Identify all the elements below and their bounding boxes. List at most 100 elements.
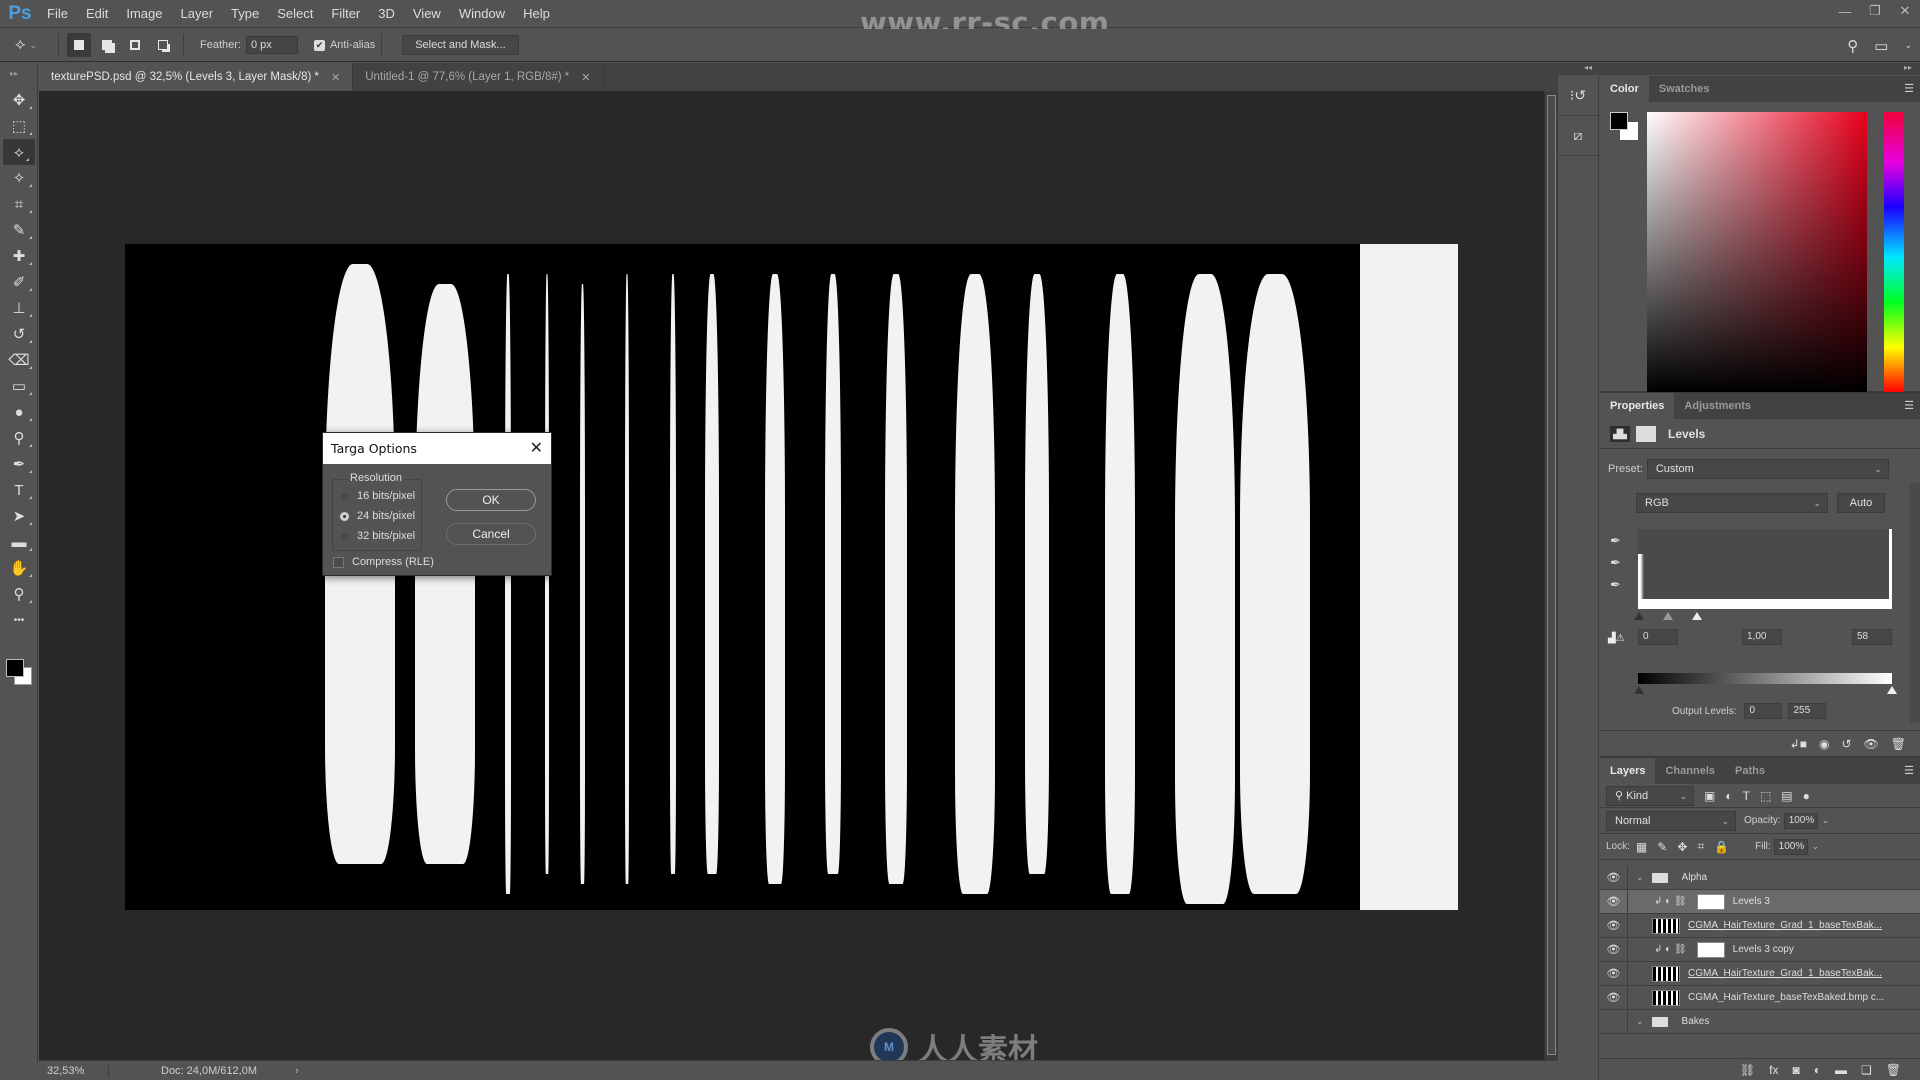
lock-position-icon[interactable]: ✥ [1677,840,1687,854]
close-icon[interactable]: ✕ [530,438,543,458]
radio-32-bits[interactable]: 32 bits/pixel [339,530,415,542]
new-group-icon[interactable]: ▬ [1835,1063,1847,1077]
black-point-eyedropper-icon[interactable]: ✒ [1610,533,1621,549]
chevron-down-icon[interactable]: ⌄ [1904,40,1912,51]
feather-input[interactable]: 0 px [245,36,298,54]
compress-rle-checkbox[interactable]: Compress (RLE) [333,556,434,568]
vertical-scrollbar[interactable] [1544,91,1558,1060]
filter-kind-dropdown[interactable]: ⚲ Kind ⌄ [1606,785,1694,806]
lock-artboard-icon[interactable]: ⌗ [1697,839,1704,854]
mask-thumbnail[interactable] [1696,941,1725,958]
gradient-tool[interactable]: ▭ [0,373,38,399]
visibility-eye-icon[interactable]: 👁 [1600,985,1628,1010]
output-white-field[interactable]: 255 [1788,703,1827,719]
brush-tool[interactable]: ✐ [0,269,38,295]
visibility-eye-icon[interactable]: 👁 [1600,865,1628,890]
healing-brush-tool[interactable]: ✚ [0,243,38,269]
fill-chevron-icon[interactable]: ⌄ [1812,841,1820,852]
add-to-selection-button[interactable] [95,33,119,57]
filter-adjustment-icon[interactable]: ◐ [1725,789,1732,803]
blend-mode-dropdown[interactable]: Normal ⌄ [1606,810,1736,831]
menu-window[interactable]: Window [450,0,514,28]
collapse-dock-icon[interactable]: ◂◂ [1584,63,1592,72]
clip-to-layer-icon[interactable]: ↲■ [1790,737,1807,751]
tab-untitled-1[interactable]: Untitled-1 @ 77,6% (Layer 1, RGB/8#) * ✕ [353,63,604,91]
menu-help[interactable]: Help [514,0,559,28]
tool-preset-picker[interactable]: ⟡ ⌄ [0,29,52,62]
path-selection-tool[interactable]: ➤ [0,503,38,529]
tab-swatches[interactable]: Swatches [1649,76,1720,102]
toggle-visibility-icon[interactable]: 👁 [1864,737,1879,751]
menu-3d[interactable]: 3D [369,0,404,28]
visibility-eye-icon[interactable]: 👁 [1600,961,1628,986]
marquee-tool[interactable]: ⬚ [0,113,38,139]
tab-color[interactable]: Color [1600,76,1649,102]
menu-layer[interactable]: Layer [172,0,223,28]
menu-type[interactable]: Type [222,0,268,28]
link-layers-icon[interactable]: ⛓ [1740,1063,1755,1077]
document-canvas[interactable] [125,244,1458,910]
gray-point-eyedropper-icon[interactable]: ✒ [1610,555,1621,571]
lock-image-icon[interactable]: ✎ [1657,840,1667,854]
menu-select[interactable]: Select [268,0,322,28]
layer-thumbnail[interactable] [1652,965,1680,982]
dodge-tool[interactable]: ⚲ [0,425,38,451]
lock-transparent-icon[interactable]: ▦ [1636,840,1647,854]
white-point-eyedropper-icon[interactable]: ✒ [1610,577,1621,593]
layer-row[interactable]: 👁 ↲ ◐ ⛓ Levels 3 [1600,889,1920,914]
menu-image[interactable]: Image [117,0,171,28]
antialias-checkbox[interactable]: ✔ [313,39,325,51]
history-panel-icon[interactable]: ⁝↺ [1558,76,1598,116]
output-white-slider[interactable] [1887,686,1897,694]
hue-slider[interactable] [1884,112,1904,392]
filter-toggle-icon[interactable]: ● [1803,789,1810,803]
more-tools[interactable]: ••• [0,607,38,633]
radio-button[interactable] [339,510,350,522]
expand-dock-icon[interactable]: ▸▸ [1904,63,1912,72]
tab-adjustments[interactable]: Adjustments [1674,393,1761,419]
expand-group-icon[interactable]: ⌄ [1636,872,1644,883]
crop-tool[interactable]: ⌗ [0,191,38,217]
expand-group-icon[interactable]: ⌄ [1636,1016,1644,1027]
minimize-button[interactable]: — [1830,0,1860,22]
tab-layers[interactable]: Layers [1600,758,1656,784]
input-white-slider[interactable] [1692,612,1702,620]
brush-settings-panel-icon[interactable]: ⧄ [1558,116,1598,156]
layer-row[interactable]: 👁 CGMA_HairTexture_baseTexBaked.bmp c... [1600,985,1920,1010]
type-tool[interactable]: T [0,477,38,503]
new-adjustment-icon[interactable]: ◐ [1814,1063,1821,1077]
cancel-button[interactable]: Cancel [446,523,536,545]
visibility-eye-icon[interactable]: 👁 [1600,937,1628,962]
output-black-field[interactable]: 0 [1744,703,1783,719]
filter-smart-object-icon[interactable]: ▤ [1781,789,1792,803]
mask-thumbnail[interactable] [1696,893,1725,910]
close-tab-icon[interactable]: ✕ [581,71,590,84]
levels-icon[interactable]: ▟▙ [1610,425,1630,442]
tab-paths[interactable]: Paths [1725,758,1775,784]
menu-file[interactable]: File [38,0,77,28]
tab-texturepsd[interactable]: texturePSD.psd @ 32,5% (Levels 3, Layer … [39,63,354,91]
checkbox[interactable] [333,556,344,568]
scrollbar-thumb[interactable] [1547,95,1556,1055]
filter-type-icon[interactable]: T [1743,789,1750,803]
canvas-workspace[interactable] [39,91,1544,1060]
layer-style-icon[interactable]: fx [1769,1063,1778,1077]
restore-button[interactable]: ❐ [1860,0,1890,22]
polygonal-lasso-tool[interactable]: ⟡ [3,139,35,165]
layer-thumbnail[interactable] [1652,989,1680,1006]
menu-filter[interactable]: Filter [322,0,369,28]
radio-16-bits[interactable]: 16 bits/pixel [339,490,415,502]
menu-view[interactable]: View [404,0,450,28]
layer-row[interactable]: 👁 ⌄ Bakes [1600,1009,1920,1034]
preset-dropdown[interactable]: Custom ⌄ [1646,459,1889,479]
input-gamma-field[interactable]: 1,00 [1742,629,1782,645]
filter-shape-icon[interactable]: ⬚ [1760,789,1771,803]
foreground-color-swatch[interactable] [6,659,24,677]
radio-button[interactable] [339,490,350,502]
view-previous-state-icon[interactable]: ◉ [1819,737,1829,751]
layer-row[interactable]: 👁 CGMA_HairTexture_Grad_1_baseTexBak... [1600,961,1920,986]
search-icon[interactable]: ⚲ [1847,37,1858,55]
mask-icon[interactable] [1636,425,1656,442]
status-menu-arrow[interactable]: › [295,1065,299,1077]
radio-24-bits[interactable]: 24 bits/pixel [339,510,415,522]
